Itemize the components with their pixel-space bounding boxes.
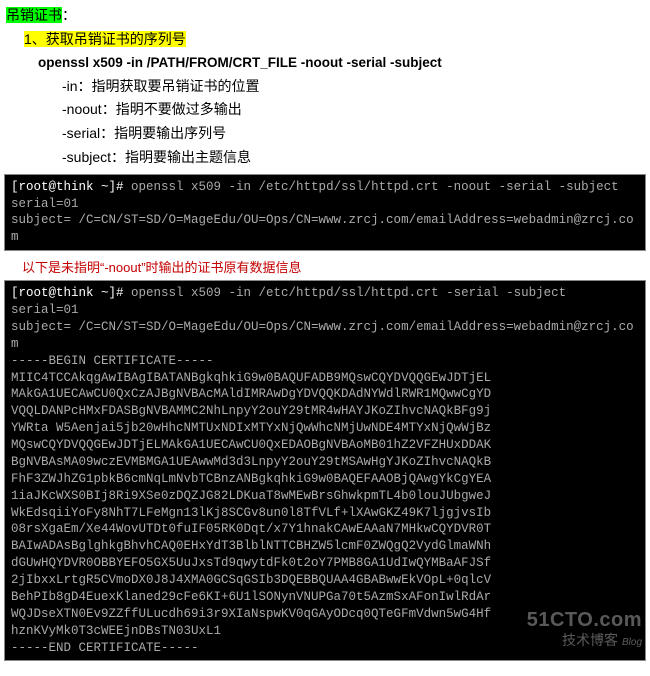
option-noout: -noout：指明不要做过多输出 [62,98,644,122]
terminal-body-1: serial=01 subject= /C=CN/ST=SD/O=MageEdu… [11,197,634,245]
prompt-2: [root@think ~]# [11,286,131,300]
terminal-cmd-1: openssl x509 -in /etc/httpd/ssl/httpd.cr… [131,180,619,194]
option-in: -in：指明获取要吊销证书的位置 [62,75,644,99]
section-title: 吊销证书： [6,4,644,28]
terminal-output-1: [root@think ~]# openssl x509 -in /etc/ht… [4,174,646,252]
terminal-body-2: serial=01 subject= /C=CN/ST=SD/O=MageEdu… [11,303,634,655]
prompt-1: [root@think ~]# [11,180,131,194]
terminal-output-2: [root@think ~]# openssl x509 -in /etc/ht… [4,280,646,661]
doc-header: 吊销证书： 1、获取吊销证书的序列号 openssl x509 -in /PAT… [0,0,650,172]
title-highlight: 吊销证书 [6,7,62,23]
step-highlight: 1、获取吊销证书的序列号 [24,31,186,47]
option-serial: -serial：指明要输出序列号 [62,122,644,146]
command-line: openssl x509 -in /PATH/FROM/CRT_FILE -no… [38,52,644,75]
terminal-cmd-2: openssl x509 -in /etc/httpd/ssl/httpd.cr… [131,286,566,300]
red-note: 以下是未指明“-noout”时输出的证书原有数据信息 [22,257,650,276]
option-subject: -subject：指明要输出主题信息 [62,146,644,170]
step-line: 1、获取吊销证书的序列号 [24,28,644,52]
